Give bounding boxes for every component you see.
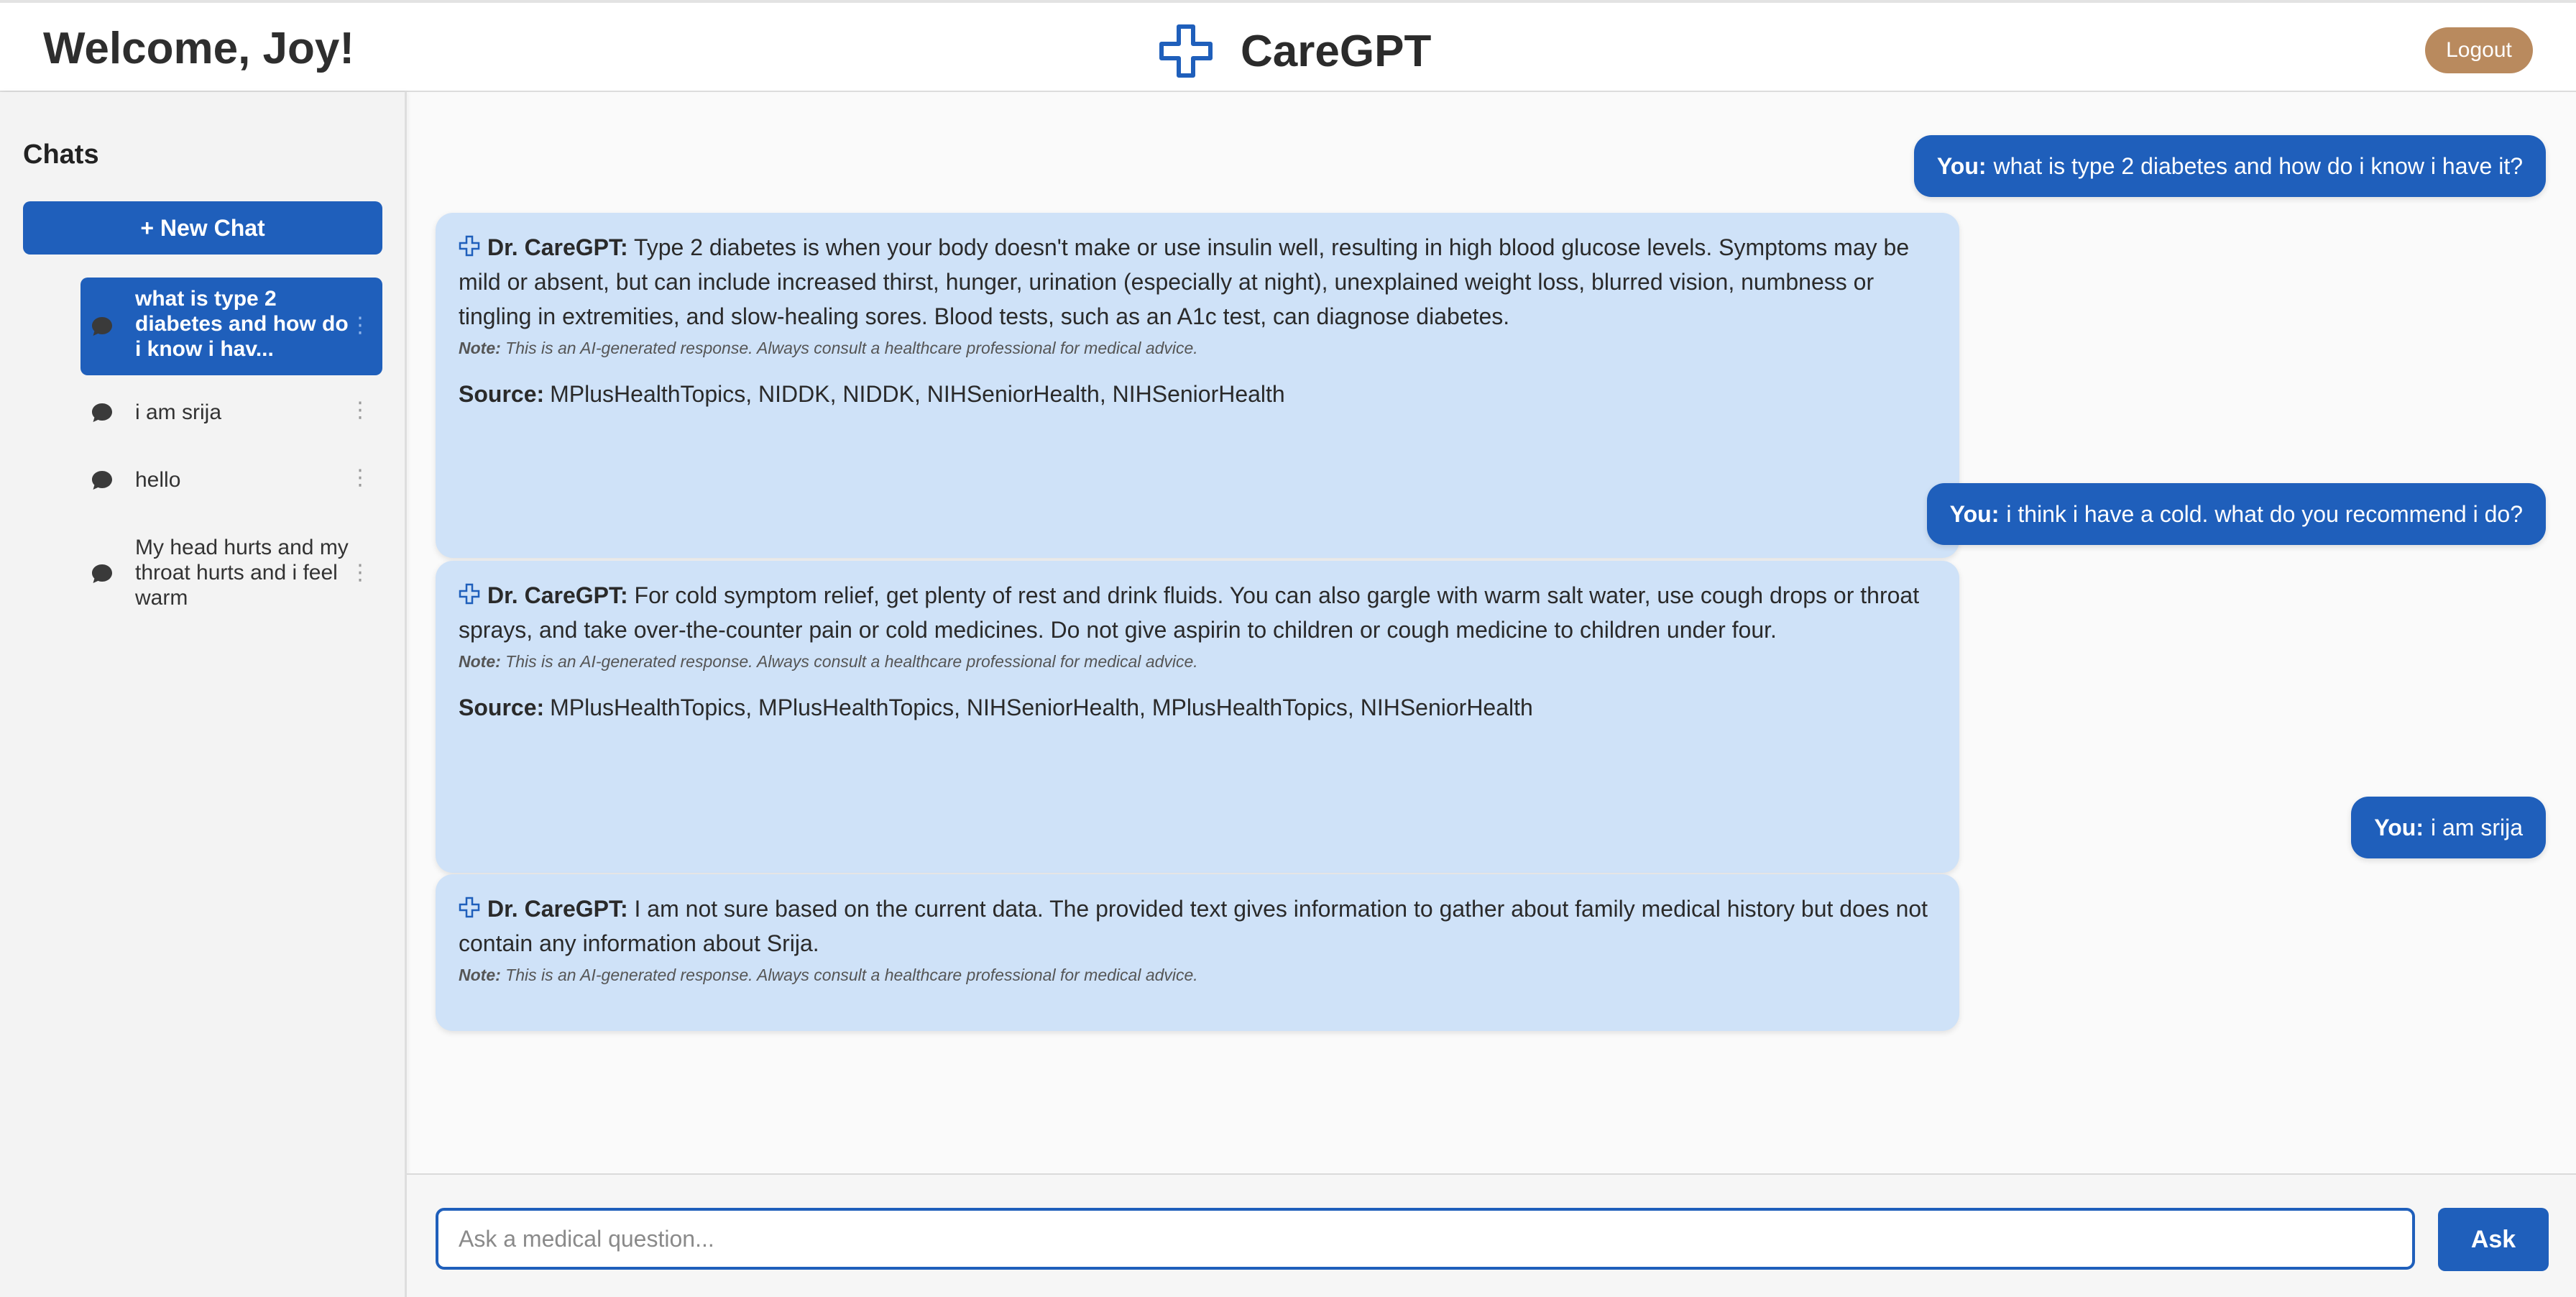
chat-options-icon[interactable]: ⋮ <box>349 467 371 489</box>
chat-bubble-icon <box>92 403 112 422</box>
chat-list-item[interactable]: My head hurts and my throat hurts and i … <box>80 532 382 615</box>
composer-bar: Ask <box>407 1173 2576 1297</box>
chat-item-label: hello <box>135 468 181 492</box>
note-text: This is an AI-generated response. Always… <box>505 652 1198 671</box>
bot-message: Dr. CareGPT: For cold symptom relief, ge… <box>436 561 1959 873</box>
user-prefix: You: <box>1949 500 2000 527</box>
source-prefix: Source: <box>459 381 545 407</box>
user-message: You: i think i have a cold. what do you … <box>1926 483 2546 545</box>
chat-bubble-icon <box>92 471 112 490</box>
conversation-area: You: what is type 2 diabetes and how do … <box>407 92 2576 1173</box>
note-text: This is an AI-generated response. Always… <box>505 339 1198 357</box>
bot-message-text: For cold symptom relief, get plenty of r… <box>459 582 1920 643</box>
user-prefix: You: <box>1936 152 1987 179</box>
note-text: This is an AI-generated response. Always… <box>505 966 1198 984</box>
logout-button[interactable]: Logout <box>2425 27 2533 73</box>
source-line: Source: MPlusHealthTopics, MPlusHealthTop… <box>459 690 1936 725</box>
bot-prefix: Dr. CareGPT: <box>487 234 628 260</box>
ai-disclaimer: Note: This is an AI-generated response. … <box>459 650 1936 673</box>
user-prefix: You: <box>2374 814 2424 840</box>
brand: CareGPT <box>1157 20 1431 82</box>
source-text: MPlusHealthTopics, NIDDK, NIDDK, NIHSeni… <box>550 381 1285 407</box>
medical-cross-icon <box>459 583 480 605</box>
brand-name: CareGPT <box>1241 26 1432 76</box>
chat-list-item[interactable]: what is type 2 diabetes and how do i kno… <box>80 278 382 375</box>
bot-prefix: Dr. CareGPT: <box>487 896 628 922</box>
chat-list-item[interactable]: i am srija ⋮ <box>80 393 382 433</box>
user-message-text: i am srija <box>2430 814 2523 840</box>
chat-bubble-icon <box>92 317 112 336</box>
chat-bubble-icon <box>92 564 112 583</box>
user-message-text: what is type 2 diabetes and how do i kno… <box>1993 152 2523 179</box>
chat-item-label: i am srija <box>135 400 222 424</box>
chat-sidebar: Chats + New Chat what is type 2 diabetes… <box>0 92 407 1297</box>
user-message: You: i am srija <box>2351 797 2546 858</box>
question-input[interactable] <box>436 1208 2415 1270</box>
chat-list-item[interactable]: hello ⋮ <box>80 460 382 500</box>
chat-options-icon[interactable]: ⋮ <box>349 562 371 584</box>
source-line: Source: MPlusHealthTopics, NIDDK, NIDDK, … <box>459 377 1936 411</box>
chats-heading: Chats <box>23 139 99 170</box>
user-message-text: i think i have a cold. what do you recom… <box>2006 500 2523 527</box>
chat-item-label: My head hurts and my throat hurts and i … <box>135 536 349 610</box>
ask-button[interactable]: Ask <box>2438 1208 2549 1271</box>
new-chat-button[interactable]: + New Chat <box>23 201 382 255</box>
note-prefix: Note: <box>459 652 501 671</box>
ai-disclaimer: Note: This is an AI-generated response. … <box>459 336 1936 359</box>
chat-options-icon[interactable]: ⋮ <box>349 315 371 336</box>
note-prefix: Note: <box>459 339 501 357</box>
medical-cross-icon <box>459 897 480 918</box>
bot-message-text: I am not sure based on the current data.… <box>459 896 1928 956</box>
note-prefix: Note: <box>459 966 501 984</box>
source-prefix: Source: <box>459 695 545 720</box>
chat-options-icon[interactable]: ⋮ <box>349 400 371 421</box>
medical-cross-icon <box>459 235 480 257</box>
welcome-title: Welcome, Joy! <box>43 24 355 73</box>
bot-prefix: Dr. CareGPT: <box>487 582 628 608</box>
source-text: MPlusHealthTopics, MPlusHealthTopics, NI… <box>550 695 1533 720</box>
bot-message: Dr. CareGPT: Type 2 diabetes is when you… <box>436 213 1959 558</box>
top-header: Welcome, Joy! CareGPT Logout <box>0 0 2576 92</box>
bot-message-text: Type 2 diabetes is when your body doesn'… <box>459 234 1910 329</box>
medical-cross-icon <box>1159 24 1213 78</box>
user-message: You: what is type 2 diabetes and how do … <box>1913 135 2546 197</box>
bot-message: Dr. CareGPT: I am not sure based on the … <box>436 874 1959 1031</box>
ai-disclaimer: Note: This is an AI-generated response. … <box>459 963 1936 986</box>
chat-item-label: what is type 2 diabetes and how do i kno… <box>135 287 349 361</box>
